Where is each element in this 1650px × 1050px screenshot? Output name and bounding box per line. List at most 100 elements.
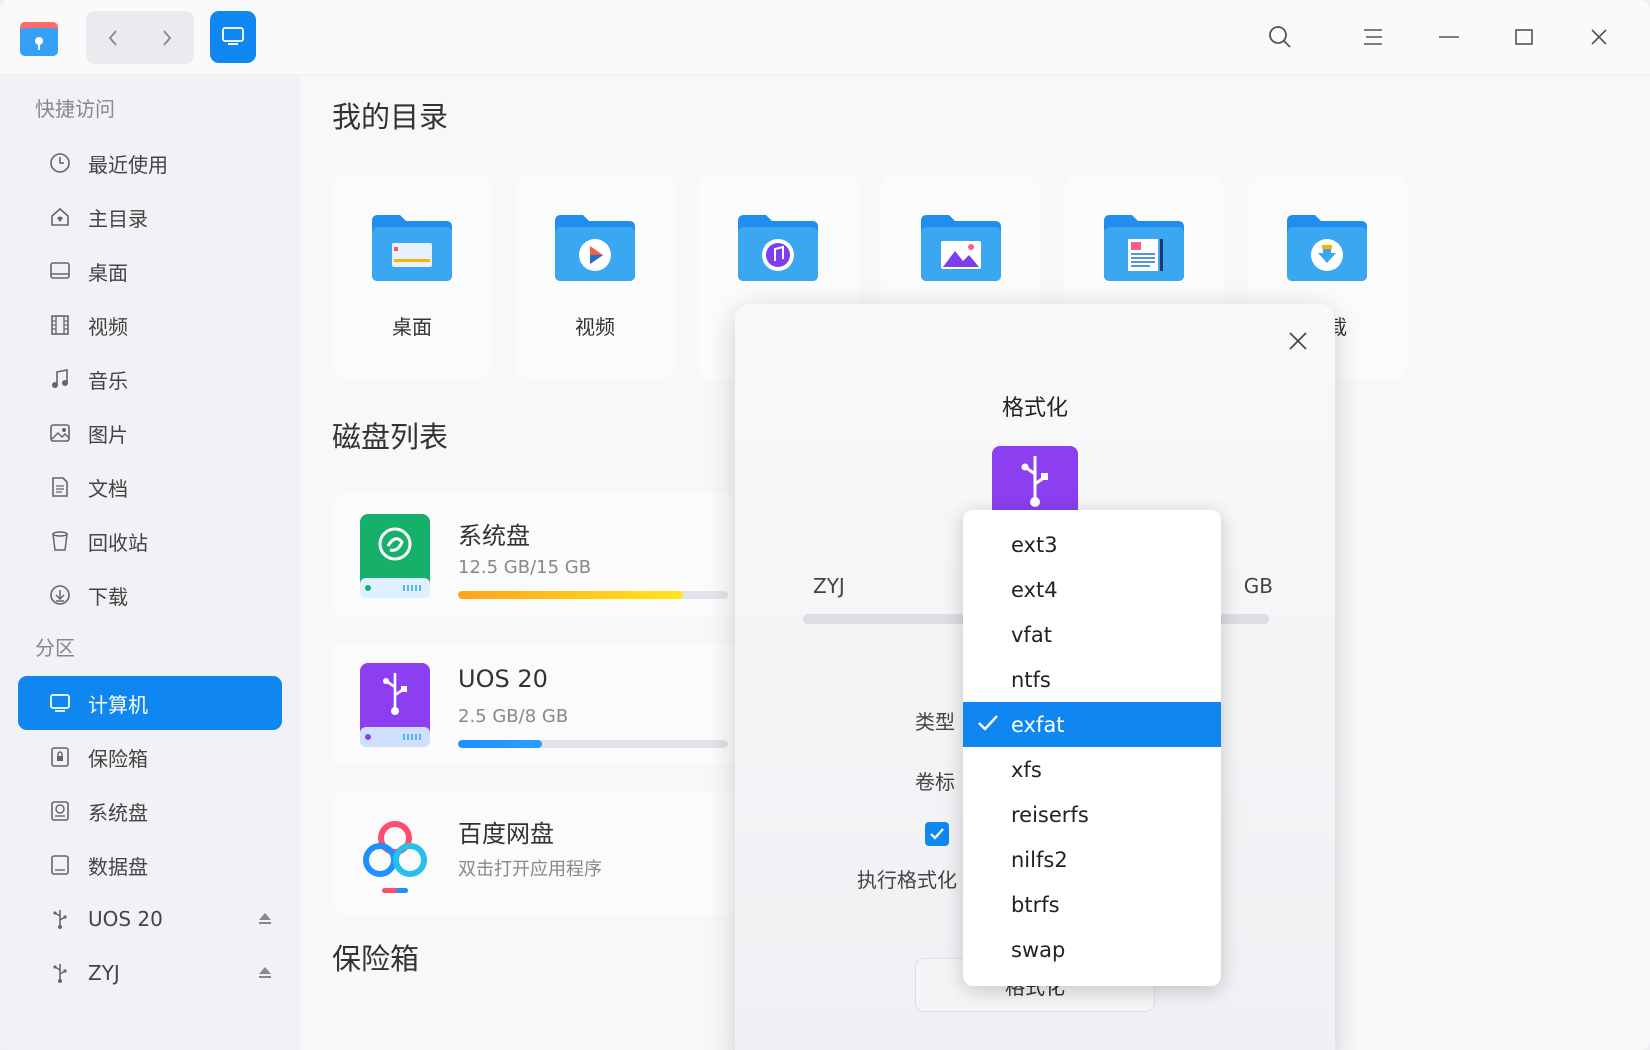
film-icon xyxy=(48,313,72,337)
dropdown-option-exfat[interactable]: exfat xyxy=(963,702,1221,747)
close-window-button[interactable] xyxy=(1584,22,1614,52)
sidebar-item-vault[interactable]: 保险箱 xyxy=(18,730,282,784)
sidebar-item-videos[interactable]: 视频 xyxy=(18,298,282,352)
exec-format-label: 执行格式化 xyxy=(857,868,957,892)
eject-icon[interactable] xyxy=(258,964,272,983)
music-icon xyxy=(48,367,72,391)
usb-icon xyxy=(48,961,72,985)
sidebar-item-trash[interactable]: 回收站 xyxy=(18,514,282,568)
sidebar-item-label: 视频 xyxy=(88,314,128,339)
sidebar-item-data-disk[interactable]: 数据盘 xyxy=(18,838,282,892)
option-label: nilfs2 xyxy=(1011,847,1068,872)
dropdown-option-btrfs[interactable]: btrfs xyxy=(963,882,1221,927)
usb-icon xyxy=(48,907,72,931)
sidebar-item-zyj[interactable]: ZYJ xyxy=(18,946,282,1000)
forward-button[interactable] xyxy=(140,11,194,64)
dialog-capacity: GB xyxy=(1243,574,1273,598)
image-icon xyxy=(48,421,72,445)
trash-icon xyxy=(48,529,72,553)
baidu-netdisk-icon xyxy=(363,821,427,893)
desktop-folder-icon xyxy=(372,215,452,281)
monitor-icon xyxy=(222,27,244,45)
exec-format-checkbox[interactable] xyxy=(925,822,949,846)
dialog-title: 格式化 xyxy=(1001,396,1068,421)
minimize-icon xyxy=(1439,36,1459,38)
sidebar-item-home[interactable]: 主目录 xyxy=(18,190,282,244)
sidebar-item-pictures[interactable]: 图片 xyxy=(18,406,282,460)
usb-disk-icon xyxy=(360,663,430,747)
option-label: reiserfs xyxy=(1011,802,1089,827)
title-bar xyxy=(0,0,1650,75)
sidebar-item-label: 图片 xyxy=(88,422,128,447)
maximize-icon xyxy=(1515,29,1533,45)
type-label: 类型 xyxy=(915,710,955,734)
document-icon xyxy=(48,475,72,499)
sidebar-item-downloads[interactable]: 下载 xyxy=(18,568,282,622)
sidebar-item-label: 下载 xyxy=(88,584,128,609)
chevron-left-icon xyxy=(108,29,117,46)
sidebar-item-label: 音乐 xyxy=(88,368,128,393)
maximize-button[interactable] xyxy=(1509,22,1539,52)
sidebar-item-label: 计算机 xyxy=(88,692,148,717)
dropdown-option-vfat[interactable]: vfat xyxy=(963,612,1221,657)
menu-button[interactable] xyxy=(1358,22,1388,52)
disk-usage-fill xyxy=(458,591,683,599)
search-icon xyxy=(1269,26,1291,48)
sidebar-item-recent[interactable]: 最近使用 xyxy=(18,136,282,190)
disk-size: 12.5 GB/15 GB xyxy=(458,557,592,578)
checkmark-icon xyxy=(978,715,998,731)
filesystem-type-dropdown: ext3 ext4 vfat ntfs exfat xfs reiserfs n… xyxy=(963,510,1221,986)
dir-card-desktop[interactable]: 桌面 xyxy=(332,175,492,379)
quick-access-heading: 快捷访问 xyxy=(35,97,115,121)
sidebar-item-system-disk[interactable]: 系统盘 xyxy=(18,784,282,838)
navigation-buttons xyxy=(86,11,194,64)
search-button[interactable] xyxy=(1265,22,1295,52)
computer-view-button[interactable] xyxy=(210,11,256,63)
music-folder-icon xyxy=(738,215,818,281)
sidebar-item-label: 桌面 xyxy=(88,260,128,285)
disk-name: 系统盘 xyxy=(458,522,530,550)
dropdown-option-xfs[interactable]: xfs xyxy=(963,747,1221,792)
dropdown-option-reiserfs[interactable]: reiserfs xyxy=(963,792,1221,837)
dropdown-option-ext3[interactable]: ext3 xyxy=(963,522,1221,567)
dropdown-option-ext4[interactable]: ext4 xyxy=(963,567,1221,612)
option-label: swap xyxy=(1011,937,1066,962)
dropdown-option-swap[interactable]: swap xyxy=(963,927,1221,972)
chevron-right-icon xyxy=(163,29,172,46)
menu-icon xyxy=(1364,29,1382,45)
dropdown-option-nilfs2[interactable]: nilfs2 xyxy=(963,837,1221,882)
disk-name: 百度网盘 xyxy=(458,820,554,848)
system-disk-icon xyxy=(360,514,430,598)
sidebar-item-label: ZYJ xyxy=(88,961,120,985)
dialog-close-button[interactable] xyxy=(1283,326,1313,356)
app-hint: 双击打开应用程序 xyxy=(458,859,602,880)
sidebar-item-label: 主目录 xyxy=(88,206,148,231)
partitions-heading: 分区 xyxy=(35,636,75,660)
sidebar-item-label: 最近使用 xyxy=(88,152,168,177)
video-folder-icon xyxy=(555,215,635,281)
file-manager-logo-icon xyxy=(20,22,58,56)
sidebar-item-documents[interactable]: 文档 xyxy=(18,460,282,514)
option-label: ext4 xyxy=(1011,577,1058,602)
sidebar-item-music[interactable]: 音乐 xyxy=(18,352,282,406)
disk-name: UOS 20 xyxy=(458,665,548,693)
option-label: exfat xyxy=(1011,712,1065,737)
option-label: btrfs xyxy=(1011,892,1060,917)
option-label: vfat xyxy=(1011,622,1052,647)
dropdown-option-ntfs[interactable]: ntfs xyxy=(963,657,1221,702)
sidebar-item-desktop[interactable]: 桌面 xyxy=(18,244,282,298)
sidebar-item-computer[interactable]: 计算机 xyxy=(18,676,282,730)
computer-icon xyxy=(48,691,72,715)
dir-card-videos[interactable]: 视频 xyxy=(515,175,675,379)
dialog-disk-name: ZYJ xyxy=(813,574,845,598)
back-button[interactable] xyxy=(86,11,140,64)
disk-size: 2.5 GB/8 GB xyxy=(458,706,569,727)
minimize-button[interactable] xyxy=(1434,22,1464,52)
option-label: ntfs xyxy=(1011,667,1051,692)
volume-label: 卷标 xyxy=(915,770,955,794)
pictures-folder-icon xyxy=(921,215,1001,281)
disk-usage-bar xyxy=(458,740,728,748)
eject-icon[interactable] xyxy=(258,910,272,929)
sidebar-item-uos20[interactable]: UOS 20 xyxy=(18,892,282,946)
desktop-icon xyxy=(48,259,72,283)
